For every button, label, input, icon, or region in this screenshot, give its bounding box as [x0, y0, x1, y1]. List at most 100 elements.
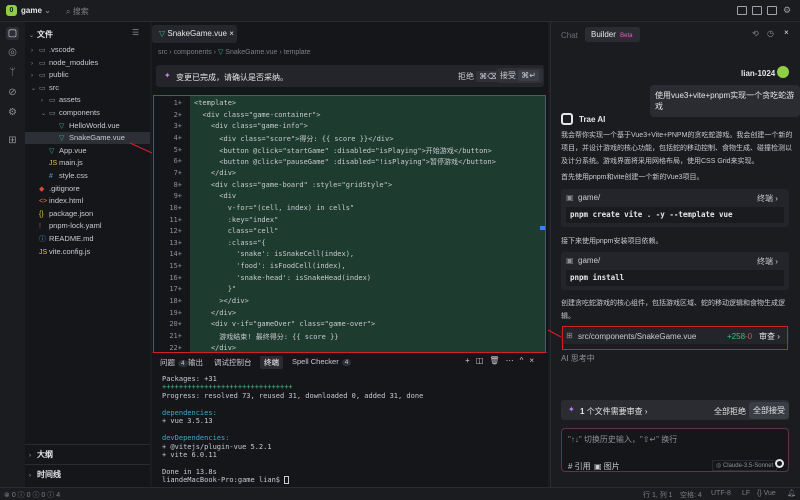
explorer-title: ⌄文件	[29, 29, 53, 40]
outline-section[interactable]: ›大纲	[25, 444, 150, 464]
code-line: <div	[194, 192, 236, 200]
eol[interactable]: LF	[742, 490, 750, 497]
crumb-components[interactable]: components	[174, 49, 212, 56]
run-in-terminal-button[interactable]: 终端 ›	[757, 193, 778, 204]
file-tree-item[interactable]: ⌄▭components	[25, 107, 150, 119]
file-tree-item[interactable]: #style.css	[25, 170, 150, 182]
user-message: 使用vue3+vite+pnpm实现一个贪吃蛇游戏	[650, 85, 800, 117]
debug-icon[interactable]: ⊘	[6, 86, 19, 99]
file-tree-item[interactable]: ›▭public	[25, 69, 150, 81]
panel-tab[interactable]: 终端	[260, 356, 283, 369]
panel-actions[interactable]: +◫🗑⋯^×	[465, 356, 540, 365]
toggle-sidebar-icon[interactable]	[737, 6, 747, 15]
file-tree-item[interactable]: ▽SnakeGame.vue	[25, 132, 150, 144]
line-number: 11+	[154, 216, 182, 224]
file-tree-item[interactable]: ›▭assets	[25, 94, 150, 106]
terminal-line: +++++++++++++++++++++++++++++++	[162, 383, 293, 391]
file-tree-item[interactable]: JSmain.js	[25, 157, 150, 169]
notifications-icon[interactable]: 🔔︎	[787, 489, 796, 497]
chevron-icon: ⌄	[41, 108, 49, 120]
settings-icon[interactable]: ⚙	[783, 5, 791, 16]
terminal-line: liandeMacBook-Pro:game lian$	[162, 476, 289, 484]
line-number: 19+	[154, 309, 182, 317]
code-line: 'food': isFoodCell(index),	[194, 262, 346, 270]
send-button[interactable]	[775, 459, 784, 468]
editor-area: ▽ SnakeGame.vue × src › components › ▽ S…	[152, 22, 548, 352]
history-icon[interactable]: ◷	[767, 29, 774, 38]
indentation[interactable]: 空格: 4	[680, 490, 702, 500]
toggle-panel-icon[interactable]	[752, 6, 762, 15]
file-tree-item[interactable]: JSvite.config.js	[25, 246, 150, 258]
crumb-src[interactable]: src	[158, 49, 167, 56]
file-tree-item[interactable]: ▽App.vue	[25, 145, 150, 157]
timeline-section[interactable]: ›时间线	[25, 464, 150, 484]
run-icon[interactable]: ⚙	[6, 106, 19, 119]
image-button[interactable]: ▣ 图片	[594, 461, 620, 472]
accept-all-button[interactable]: 全部接受	[749, 402, 789, 419]
project-switcher[interactable]: game ⌄	[21, 6, 51, 15]
line-number: 7+	[154, 169, 182, 177]
search-box[interactable]: ⌕ 搜索	[66, 6, 89, 17]
scrollbar-marker[interactable]	[540, 226, 545, 230]
chevron-icon: ›	[31, 58, 39, 70]
file-tree-item[interactable]: ◆.gitignore	[25, 183, 150, 195]
folder-icon: ▭	[49, 108, 59, 120]
reject-all-button[interactable]: 全部拒绝	[714, 406, 746, 417]
file-tree-item[interactable]: !pnpm-lock.yaml	[25, 220, 150, 232]
search-code-icon[interactable]: ◎	[6, 46, 19, 59]
file-tree-item[interactable]: {}package.json	[25, 208, 150, 220]
file-tree-item[interactable]: ⓘREADME.md	[25, 233, 150, 245]
chat-input[interactable]: "↑↓" 切换历史输入，"⇧↵" 换行 # 引用 ▣ 图片 ◎ Claude-3…	[561, 428, 789, 472]
editor-tab[interactable]: ▽ SnakeGame.vue ×	[152, 25, 237, 43]
close-icon[interactable]: ×	[784, 28, 789, 37]
file-tree-item[interactable]: ⌄▭src	[25, 82, 150, 94]
line-number: 17+	[154, 285, 182, 293]
accept-button[interactable]: 接受 ⌘↵	[496, 68, 543, 83]
code-line: <div v-if="gameOver" class="game-over">	[194, 320, 375, 328]
panel-tab[interactable]: 问题4	[160, 357, 188, 368]
language-mode[interactable]: {} Vue	[757, 490, 776, 497]
code-line: 'snake-head': isSnakeHead(index)	[194, 274, 371, 282]
notice-text: 变更已完成，请确认是否采纳。	[176, 72, 288, 83]
extensions-icon[interactable]: ⊞	[6, 134, 19, 147]
line-number: 14+	[154, 250, 182, 258]
review-button[interactable]: 审查 ›	[759, 331, 780, 342]
tab-builder[interactable]: Builder Beta	[585, 27, 640, 42]
panel-tab[interactable]: 调试控制台	[214, 357, 252, 368]
code-line: <div class="game-info">	[194, 122, 308, 130]
tab-chat[interactable]: Chat	[561, 31, 578, 40]
code-line: 游戏结束! 最终得分: {{ score }}	[194, 332, 339, 342]
new-chat-icon[interactable]: ⟲	[752, 29, 759, 38]
line-number: 8+	[154, 181, 182, 189]
crumb-file[interactable]: SnakeGame.vue	[225, 49, 277, 56]
file-tree-item[interactable]: ›▭node_modules	[25, 57, 150, 69]
crumb-template[interactable]: template	[284, 49, 311, 56]
panel-tab[interactable]: Spell Checker4	[292, 357, 351, 366]
close-tab-icon[interactable]: ×	[229, 29, 234, 38]
problems-status[interactable]: ⊗ 0 ⓘ 0 ⓘ 0 ⓘ 4	[4, 490, 60, 500]
collapse-all-icon[interactable]: ☰	[132, 28, 139, 37]
panel-tab[interactable]: 输出	[188, 357, 203, 368]
code-editor[interactable]: 1+<template>2+ <div class="game-containe…	[154, 95, 546, 352]
explorer-icon[interactable]: ▢	[6, 27, 19, 40]
model-selector[interactable]: ◎ Claude-3.5-Sonnet	[712, 460, 777, 471]
js-icon: JS	[39, 247, 49, 259]
code-line: <template>	[194, 99, 236, 107]
activity-bar: ▢ ◎ ᛘ ⊘ ⚙ ⊞	[0, 22, 25, 487]
encoding[interactable]: UTF-8	[711, 490, 731, 497]
run-in-terminal-button[interactable]: 终端 ›	[757, 256, 778, 267]
code-line: <div class="score">得分: {{ score }}</div>	[194, 134, 393, 144]
file-tree-item[interactable]: ▽HelloWorld.vue	[25, 120, 150, 132]
file-change-card[interactable]: ⊞ src/components/SnakeGame.vue +258 -0 审…	[561, 328, 789, 344]
source-control-icon[interactable]: ᛘ	[6, 66, 19, 79]
file-tree-item[interactable]: <>index.html	[25, 195, 150, 207]
file-tree-item[interactable]: ›▭.vscode	[25, 44, 150, 56]
more-icon: ⋯	[506, 356, 520, 365]
terminal-line: + vue 3.5.13	[162, 417, 213, 425]
cursor-position[interactable]: 行 1, 列 1	[643, 490, 673, 500]
reference-button[interactable]: # 引用	[568, 461, 591, 472]
status-bar: ⊗ 0 ⓘ 0 ⓘ 0 ⓘ 4 行 1, 列 1 空格: 4 UTF-8 LF …	[0, 487, 800, 500]
line-number: 22+	[154, 344, 182, 352]
toggle-aux-icon[interactable]	[767, 6, 777, 15]
user-name: lian-1024	[741, 69, 775, 78]
